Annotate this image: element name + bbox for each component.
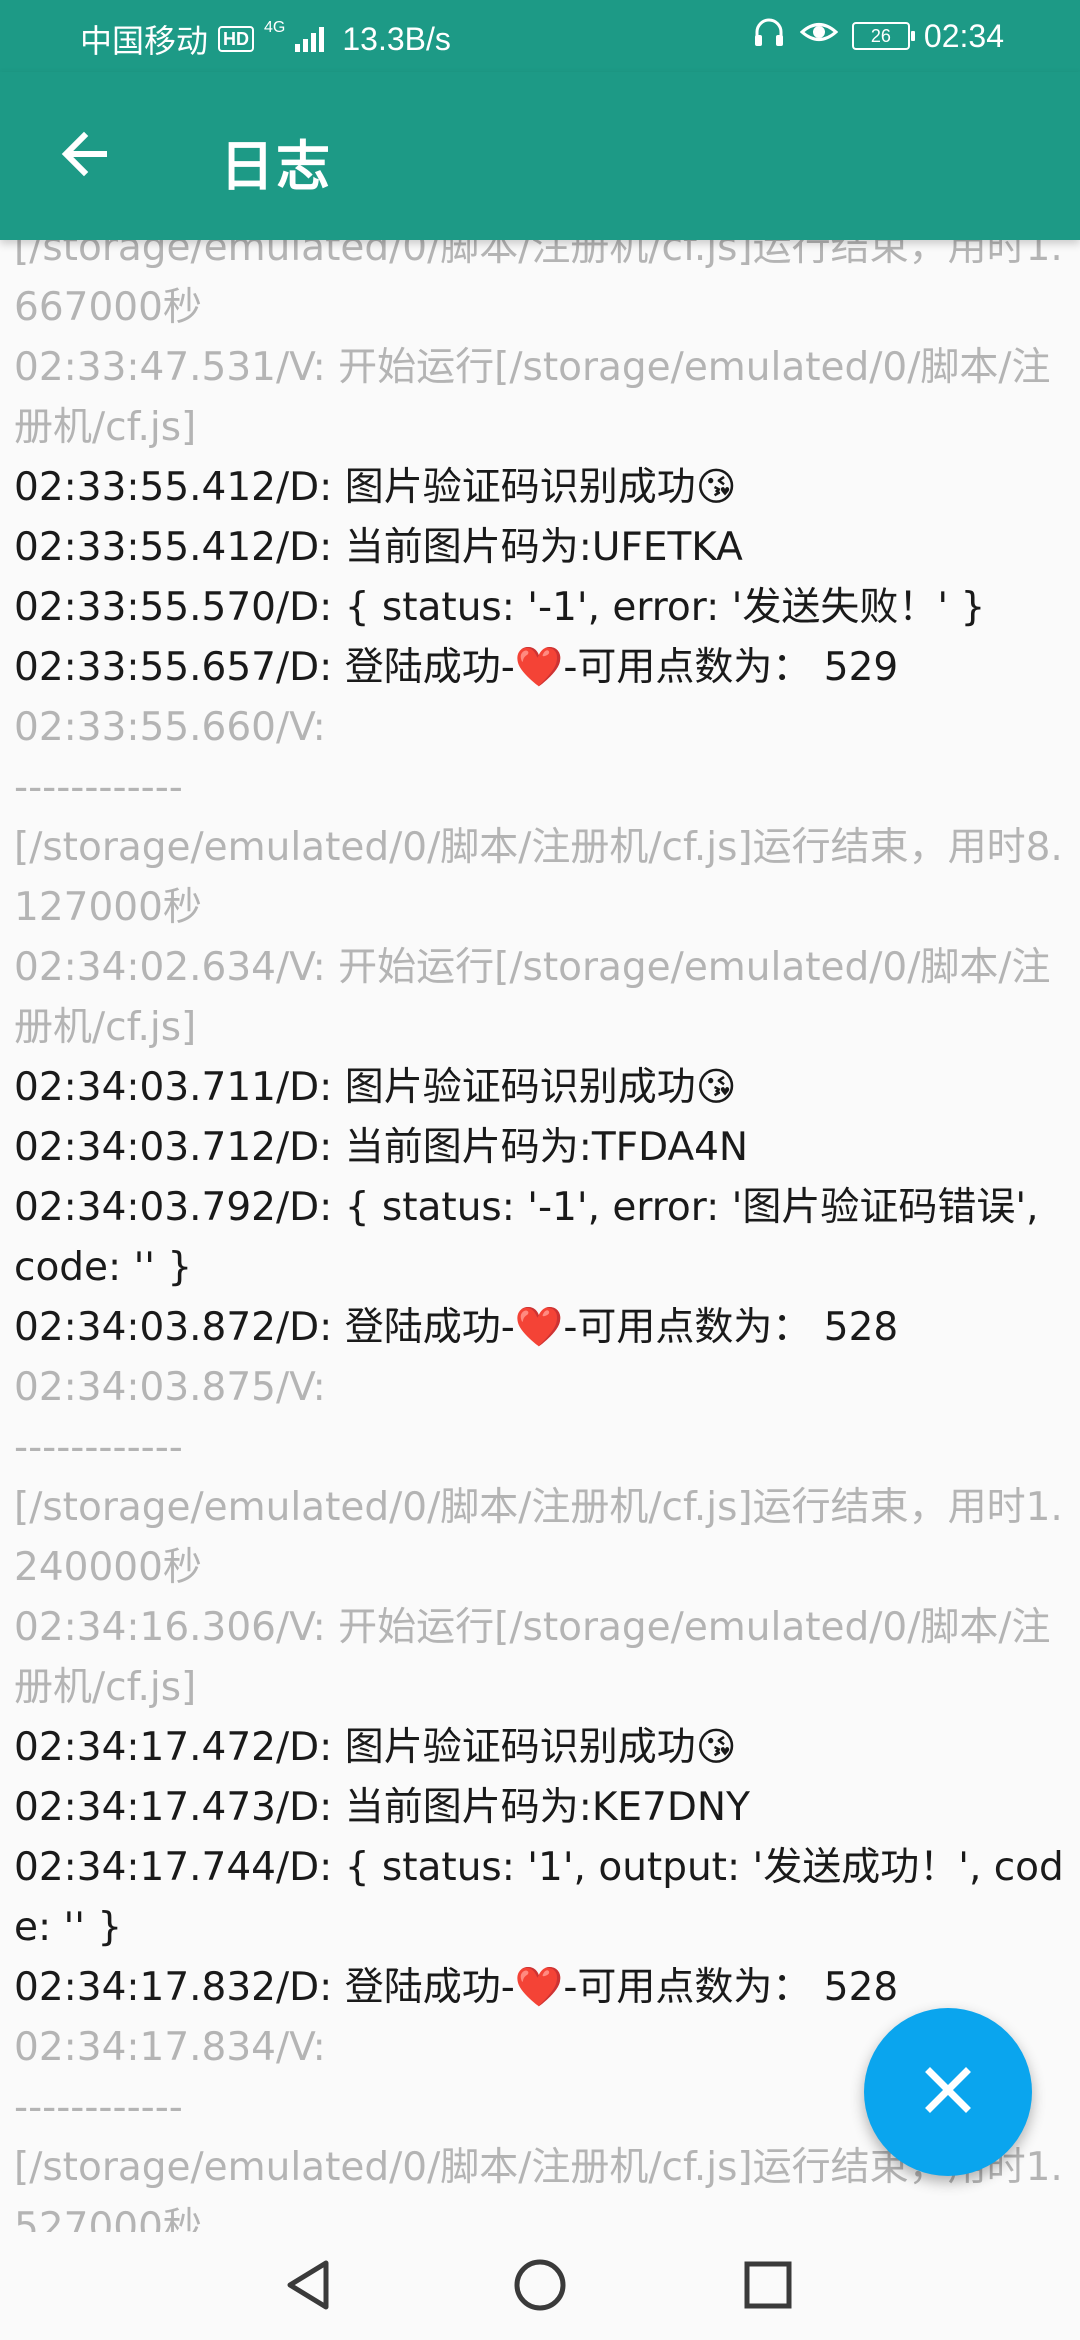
- battery-icon: 26: [851, 22, 915, 50]
- clear-log-button[interactable]: [864, 2008, 1032, 2176]
- network-type: 4G: [264, 19, 286, 36]
- eye-icon: [799, 17, 839, 55]
- triangle-back-icon: [282, 2257, 334, 2317]
- log-line: [/storage/emulated/0/脚本/注册机/cf.js]运行结束，用…: [14, 240, 1063, 330]
- nav-home-button[interactable]: [500, 2252, 580, 2322]
- log-line: 02:34:17.473/D: 当前图片码为:KE7DNY: [14, 1785, 750, 1830]
- app-bar: 日志: [0, 72, 1080, 240]
- status-left: 中国移动 HD 4G 13.3B/s: [80, 16, 451, 62]
- log-line: 02:34:03.712/D: 当前图片码为:TFDA4N: [14, 1125, 749, 1170]
- log-list[interactable]: [/storage/emulated/0/脚本/注册机/cf.js]运行结束，用…: [0, 240, 1080, 2232]
- back-button[interactable]: [44, 116, 124, 196]
- log-line: [/storage/emulated/0/脚本/注册机/cf.js]运行结束，用…: [14, 825, 1063, 930]
- close-icon: [918, 2060, 978, 2124]
- signal-icon: [295, 26, 325, 52]
- log-line: 02:34:16.306/V: 开始运行[/storage/emulated/0…: [14, 1605, 1051, 1710]
- status-right: 26 02:34: [752, 16, 1004, 56]
- square-recents-icon: [742, 2259, 794, 2315]
- log-line: 02:34:03.792/D: { status: '-1', error: '…: [14, 1185, 1051, 1290]
- log-line: 02:33:55.412/D: 当前图片码为:UFETKA: [14, 525, 743, 570]
- log-line: 02:33:55.660/V:: [14, 705, 326, 750]
- log-line: 02:33:55.412/D: 图片验证码识别成功😘: [14, 465, 737, 510]
- log-line: 02:33:55.570/D: { status: '-1', error: '…: [14, 585, 986, 630]
- carrier-name: 中国移动: [80, 23, 209, 59]
- network-speed: 13.3B/s: [342, 20, 451, 57]
- log-line: 02:34:03.872/D: 登陆成功-❤️-可用点数为： 528: [14, 1305, 899, 1350]
- log-line: [/storage/emulated/0/脚本/注册机/cf.js]运行结束，用…: [14, 1485, 1063, 1590]
- hd-badge: HD: [218, 26, 255, 52]
- nav-back-button[interactable]: [268, 2252, 348, 2322]
- log-line: 02:33:55.657/D: 登陆成功-❤️-可用点数为： 529: [14, 645, 899, 690]
- log-line: 02:34:17.472/D: 图片验证码识别成功😘: [14, 1725, 737, 1770]
- log-line: ------------: [14, 765, 183, 810]
- status-bar: 中国移动 HD 4G 13.3B/s 26 02:34: [0, 0, 1080, 72]
- log-line: 02:34:02.634/V: 开始运行[/storage/emulated/0…: [14, 945, 1051, 1050]
- arrow-left-icon: [56, 126, 112, 186]
- log-line: 02:34:17.832/D: 登陆成功-❤️-可用点数为： 528: [14, 1965, 899, 2010]
- log-line: 02:34:03.875/V:: [14, 1365, 326, 1410]
- log-line: 02:34:03.711/D: 图片验证码识别成功😘: [14, 1065, 737, 1110]
- circle-home-icon: [512, 2257, 568, 2317]
- navigation-bar: [0, 2232, 1080, 2340]
- log-content: [/storage/emulated/0/脚本/注册机/cf.js]运行结束，用…: [14, 240, 1064, 2232]
- clock: 02:34: [923, 17, 1004, 54]
- headphones-icon: [752, 16, 786, 56]
- nav-recents-button[interactable]: [728, 2252, 808, 2322]
- log-line: 02:34:17.744/D: { status: '1', output: '…: [14, 1845, 1064, 1950]
- log-line: 02:33:47.531/V: 开始运行[/storage/emulated/0…: [14, 345, 1051, 450]
- page-title: 日志: [220, 135, 332, 198]
- log-line: ------------: [14, 1425, 183, 1470]
